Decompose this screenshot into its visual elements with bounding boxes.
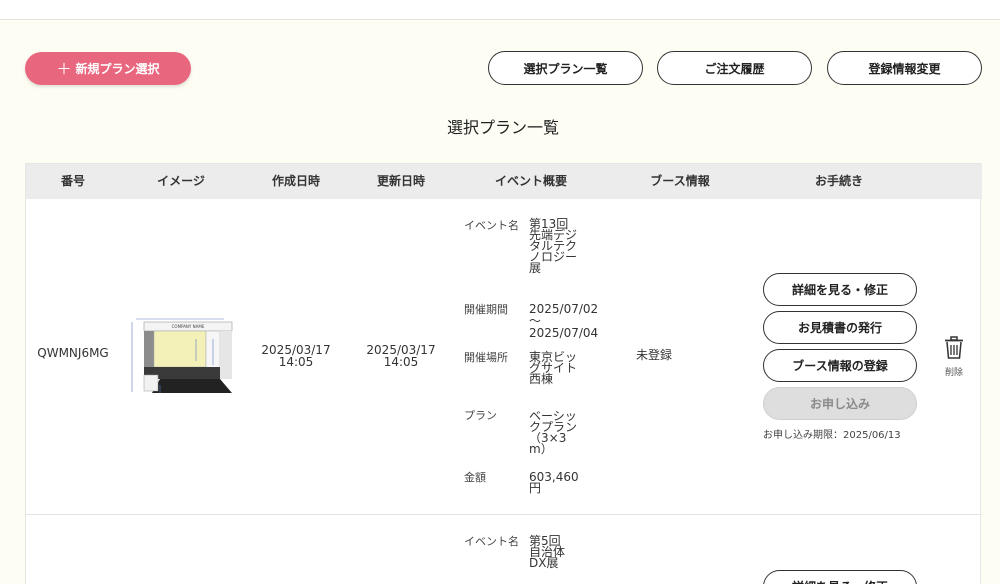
apply-button[interactable]: お申し込み — [763, 387, 917, 420]
view-edit-button[interactable]: 詳細を見る・修正 — [763, 570, 917, 584]
event-name: 第5回自治体DX展 — [529, 534, 566, 570]
selected-plans-button[interactable]: 選択プラン一覧 — [488, 51, 643, 85]
booth-thumbnail[interactable]: COMPANY NAME — [130, 317, 234, 397]
event-venue-label: 開催場所 — [464, 351, 508, 364]
event-name-label: イベント名 — [464, 219, 519, 232]
profile-edit-button[interactable]: 登録情報変更 — [827, 51, 982, 85]
page-title: 選択プラン一覧 — [446, 118, 559, 137]
created-time: 14:05 — [278, 355, 314, 369]
issue-estimate-button[interactable]: お見積書の発行 — [763, 311, 917, 344]
plans-table: 番号 イメージ 作成日時 更新日時 イベント概要 ブース情報 お手続き QWMN… — [25, 163, 982, 584]
new-plan-label: 新規プラン選択 — [75, 62, 160, 76]
thumbnail-company-text: COMPANY NAME — [172, 324, 205, 329]
event-name-label: イベント名 — [464, 535, 519, 548]
col-header-number: 番号 — [60, 174, 86, 188]
table-header: 番号 イメージ 作成日時 更新日時 イベント概要 ブース情報 お手続き — [26, 164, 982, 199]
order-history-button[interactable]: ご注文履歴 — [657, 51, 812, 85]
view-edit-button[interactable]: 詳細を見る・修正 — [763, 273, 917, 306]
event-period-label: 開催期間 — [464, 303, 508, 316]
table-row: QWMNJ6MG COMPANY NAME 2025/03/17 14:05 2… — [26, 199, 982, 515]
plan-number: QWMNJ6MG — [37, 346, 109, 360]
col-header-image: イメージ — [157, 174, 205, 188]
col-header-procedure: お手続き — [814, 174, 864, 188]
event-period-end: 2025/07/04 — [529, 326, 599, 340]
top-bar — [0, 0, 1000, 20]
event-plan-label: プラン — [464, 409, 497, 422]
plus-icon: ＋ — [56, 61, 72, 78]
col-header-booth: ブース情報 — [650, 174, 710, 188]
booth-status: 未登録 — [636, 348, 673, 362]
col-header-event: イベント概要 — [494, 174, 568, 188]
event-plan: ベーシックプラン（3×3m） — [529, 409, 578, 456]
register-booth-button[interactable]: ブース情報の登録 — [763, 349, 917, 382]
col-header-updated: 更新日時 — [376, 174, 426, 188]
apply-deadline: お申し込み期限：2025/06/13 — [763, 430, 901, 441]
event-price-label: 金額 — [464, 471, 486, 484]
delete-button[interactable]: 削除 — [941, 336, 967, 378]
event-price: 603,460円 — [529, 470, 579, 495]
event-venue: 東京ビッグサイト西棟 — [529, 350, 578, 386]
new-plan-button[interactable]: ＋ 新規プラン選択 — [25, 52, 191, 85]
updated-time: 14:05 — [383, 355, 419, 369]
trash-icon — [945, 336, 963, 359]
table-row: イベント名 第5回自治体DX展 詳細を見る・修正 — [26, 516, 982, 584]
event-name: 第13回先端デジタルテクノロジー展 — [529, 217, 578, 275]
col-header-created: 作成日時 — [271, 174, 321, 188]
delete-label: 削除 — [944, 368, 963, 378]
